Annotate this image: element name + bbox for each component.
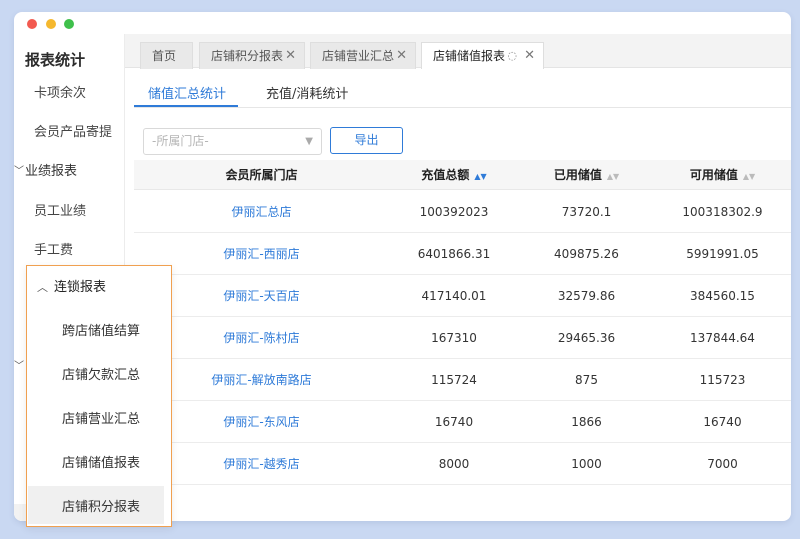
menu-item-cross-store-settlement[interactable]: 跨店储值结算	[62, 320, 140, 339]
export-button[interactable]: 导出	[330, 127, 403, 154]
column-header-available-value[interactable]: 可用储值 ▲▼	[654, 160, 791, 190]
recharge-total-cell: 417140.01	[421, 289, 487, 303]
sidebar-item-member-product-storage[interactable]: 会员产品寄提	[34, 121, 112, 140]
table-header: 会员所属门店 充值总额 ▲▼ 已用储值 ▲▼ 可用储值 ▲▼	[134, 160, 791, 190]
chevron-down-icon: ﹀	[14, 166, 24, 177]
store-select[interactable]: -所属门店- ▼	[143, 128, 322, 155]
chain-reports-label: 连锁报表	[54, 280, 107, 295]
tab-label: 店铺积分报表	[211, 49, 284, 63]
menu-item-store-business-summary[interactable]: 店铺营业汇总	[62, 408, 140, 427]
store-link[interactable]: 伊丽汇-天百店	[134, 275, 389, 317]
used-value-cell: 73720.1	[561, 205, 612, 219]
available-value-cell: 384560.15	[690, 289, 755, 303]
main-content: 储值汇总统计 充值/消耗统计 -所属门店- ▼ 导出 会员所属门店 充值总额 ▲▼…	[125, 69, 791, 521]
tab-home[interactable]: 首页	[140, 42, 193, 69]
close-icon[interactable]: ✕	[285, 43, 296, 69]
column-header-used-value[interactable]: 已用储值 ▲▼	[519, 160, 654, 190]
used-value-cell: 1866	[571, 415, 602, 429]
menu-item-store-debt-summary[interactable]: 店铺欠款汇总	[62, 364, 140, 383]
used-value-cell: 32579.86	[557, 289, 616, 303]
available-value-cell: 7000	[707, 457, 738, 471]
table-row: 伊丽汇-西丽店 6401866.31 409875.26 5991991.05	[134, 233, 791, 275]
tab-store-stored-value-report[interactable]: 店铺储值报表 ◌ ✕	[421, 42, 544, 69]
tab-label: 店铺储值报表	[433, 49, 506, 63]
table-row: 伊丽汇-东风店 16740 1866 16740	[134, 401, 791, 443]
recharge-total-cell: 100392023	[419, 205, 489, 219]
tab-bar: 首页 店铺积分报表 ✕ 店铺营业汇总 ✕ 店铺储值报表 ◌ ✕	[125, 34, 791, 69]
table-row: 伊丽汇-天百店 417140.01 32579.86 384560.15	[134, 275, 791, 317]
store-link[interactable]: 伊丽汇-陈村店	[134, 317, 389, 359]
menu-item-store-points-report[interactable]: 店铺积分报表	[62, 496, 140, 515]
minimize-window-dot[interactable]	[46, 19, 56, 29]
tab-store-points-report[interactable]: 店铺积分报表 ✕	[199, 42, 305, 69]
refresh-icon[interactable]: ◌	[507, 43, 517, 69]
available-value-cell: 100318302.9	[682, 205, 763, 219]
column-header-recharge-total[interactable]: 充值总额 ▲▼	[389, 160, 519, 190]
sidebar-item-staff-performance[interactable]: 员工业绩	[34, 200, 86, 219]
chain-reports-menu: ︿ 连锁报表 跨店储值结算 店铺欠款汇总 店铺营业汇总 店铺储值报表 店铺积分报表	[26, 265, 172, 527]
store-link[interactable]: 伊丽汇-西丽店	[134, 233, 389, 275]
store-link[interactable]: 伊丽汇总店	[134, 191, 389, 233]
maximize-window-dot[interactable]	[64, 19, 74, 29]
tab-label: 店铺营业汇总	[322, 49, 395, 63]
sort-icon[interactable]: ▲▼	[474, 172, 486, 181]
chain-reports-group[interactable]: ︿ 连锁报表	[37, 276, 106, 295]
available-value-cell: 16740	[703, 415, 742, 429]
used-value-cell: 409875.26	[554, 247, 619, 261]
sidebar-item-card-balance[interactable]: 卡项余次	[34, 82, 86, 101]
table-row: 伊丽汇-越秀店 8000 1000 7000	[134, 443, 791, 485]
table-row: 伊丽汇总店 100392023 73720.1 100318302.9	[134, 191, 791, 233]
recharge-total-cell: 6401866.31	[417, 247, 491, 261]
store-select-placeholder: -所属门店-	[152, 134, 209, 148]
sidebar-item-handwork-fee[interactable]: 手工费	[34, 239, 73, 258]
close-icon[interactable]: ✕	[396, 43, 407, 69]
subtab-stored-value-summary[interactable]: 储值汇总统计	[148, 83, 226, 102]
recharge-total-cell: 8000	[438, 457, 470, 471]
chevron-up-icon: ︿	[37, 281, 48, 294]
chevron-down-icon: ﹀	[14, 361, 24, 372]
sidebar-group-performance[interactable]: 业绩报表	[25, 160, 77, 179]
column-header-label: 充值总额	[421, 168, 470, 182]
column-header-label: 会员所属门店	[225, 168, 298, 182]
used-value-cell: 875	[575, 373, 598, 387]
column-header-label: 已用储值	[553, 168, 602, 182]
recharge-total-cell: 115724	[431, 373, 477, 387]
close-icon[interactable]: ✕	[524, 43, 535, 69]
column-header-store: 会员所属门店	[134, 160, 389, 190]
chevron-down-icon: ▼	[305, 136, 313, 147]
close-window-dot[interactable]	[27, 19, 37, 29]
recharge-total-cell: 167310	[431, 331, 477, 345]
store-link[interactable]: 伊丽汇-东风店	[134, 401, 389, 443]
used-value-cell: 1000	[571, 457, 602, 471]
menu-item-store-stored-value-report[interactable]: 店铺储值报表	[62, 452, 140, 471]
available-value-cell: 5991991.05	[686, 247, 759, 261]
subtab-recharge-consumption[interactable]: 充值/消耗统计	[266, 83, 348, 102]
used-value-cell: 29465.36	[557, 331, 616, 345]
subtab-divider	[134, 107, 791, 108]
available-value-cell: 115723	[699, 373, 746, 387]
table-row: 伊丽汇-解放南路店 115724 875 115723	[134, 359, 791, 401]
store-link[interactable]: 伊丽汇-越秀店	[134, 443, 389, 485]
tab-label: 首页	[152, 49, 177, 63]
column-header-label: 可用储值	[689, 168, 738, 182]
sort-icon[interactable]: ▲▼	[607, 172, 619, 181]
sort-icon[interactable]: ▲▼	[743, 172, 755, 181]
recharge-total-cell: 16740	[434, 415, 474, 429]
tab-store-business-summary[interactable]: 店铺营业汇总 ✕	[310, 42, 416, 69]
table-row: 伊丽汇-陈村店 167310 29465.36 137844.64	[134, 317, 791, 359]
store-link[interactable]: 伊丽汇-解放南路店	[134, 359, 389, 401]
sidebar-title: 报表统计	[25, 51, 86, 69]
title-bar	[14, 12, 791, 34]
available-value-cell: 137844.64	[690, 331, 755, 345]
